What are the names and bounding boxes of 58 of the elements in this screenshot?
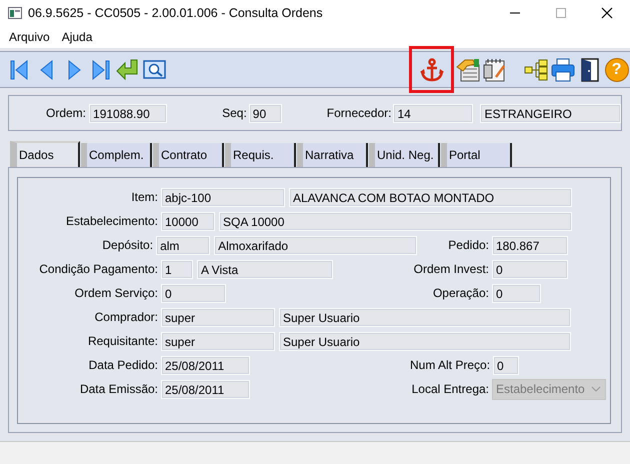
field-label: Local Entrega: — [410, 382, 489, 396]
field-label: Ordem Serviço: — [74, 286, 158, 300]
field-label: Comprador: — [94, 310, 158, 324]
text-field[interactable]: super — [161, 308, 275, 326]
text-field[interactable]: 90 — [248, 104, 282, 122]
field-label: Item: — [130, 190, 158, 204]
field-label: Pedido: — [447, 238, 489, 252]
field-label: Fornecedor: — [326, 106, 392, 120]
tab[interactable]: Complem. — [81, 143, 152, 167]
tab[interactable]: Contrato — [153, 143, 224, 167]
tab[interactable]: Requis. — [225, 143, 296, 167]
text-field[interactable]: 25/08/2011 — [161, 380, 250, 398]
text-field[interactable]: 0 — [492, 284, 541, 302]
text-field[interactable]: Almoxarifado — [214, 236, 418, 254]
field-label: Condição Pagamento: — [38, 262, 158, 276]
field-label: Operação: — [432, 286, 489, 300]
notepad-icon[interactable] — [481, 56, 508, 83]
caret-icon — [591, 386, 601, 392]
text-field[interactable]: A Vista — [197, 260, 333, 278]
field-label: Num Alt Preço: — [410, 358, 490, 372]
anchor-icon[interactable] — [418, 56, 445, 83]
field-label: Ordem Invest: — [412, 262, 489, 276]
text-field[interactable]: 0 — [492, 260, 568, 278]
field-label: Seq: — [222, 106, 247, 120]
tab[interactable]: Narrativa — [297, 143, 368, 167]
text-field[interactable]: 14 — [393, 104, 474, 122]
text-field[interactable]: 10000 — [161, 212, 215, 230]
text-field[interactable]: Super Usuario — [279, 332, 571, 350]
text-field[interactable]: 0 — [493, 356, 520, 374]
text-field[interactable]: 1 — [161, 260, 193, 278]
text-field[interactable]: ESTRANGEIRO — [480, 104, 621, 122]
text-field[interactable]: 0 — [161, 284, 226, 302]
maximize-icon[interactable] — [556, 8, 566, 18]
app-icon — [8, 7, 22, 19]
window-title: 06.9.5625 - CC0505 - 2.00.01.006 - Consulta Ordens — [28, 6, 324, 20]
field-label: Data Pedido: — [88, 358, 158, 372]
text-field[interactable]: abjc-100 — [161, 188, 285, 206]
menu-item[interactable]: Arquivo — [3, 28, 56, 46]
text-field[interactable]: 180.867 — [492, 236, 568, 254]
hand-document-icon[interactable] — [454, 56, 481, 83]
field-label: Data Emissão: — [78, 382, 158, 396]
field-label: Estabelecimento: — [64, 214, 158, 228]
tab[interactable]: Portal — [441, 143, 512, 167]
text-field[interactable]: 191088.90 — [89, 104, 168, 122]
menu-item[interactable]: Ajuda — [56, 28, 98, 46]
text-field[interactable]: 25/08/2011 — [161, 356, 250, 374]
text-field[interactable]: super — [161, 332, 275, 350]
close-icon[interactable] — [601, 7, 613, 19]
field-label: Depósito: — [101, 238, 154, 252]
field-label: Requisitante: — [86, 334, 158, 348]
tab[interactable]: Unid. Neg. — [369, 143, 440, 167]
printer-icon[interactable] — [549, 56, 576, 83]
text-field[interactable]: SQA 10000 — [219, 212, 572, 230]
text-field[interactable]: alm — [156, 236, 210, 254]
tab[interactable]: Dados — [10, 141, 80, 167]
field-label: Ordem: — [46, 106, 86, 120]
text-field[interactable]: Super Usuario — [279, 308, 571, 326]
text-field[interactable]: ALAVANCA COM BOTAO MONTADO — [289, 188, 572, 206]
